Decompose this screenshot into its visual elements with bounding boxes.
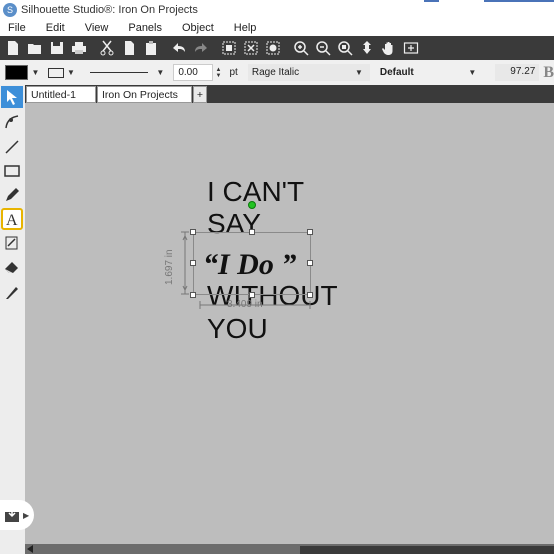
title-bar: S Silhouette Studio®: Iron On Projects [0, 0, 554, 20]
document-tabs: Untitled-1 Iron On Projects + [25, 85, 554, 103]
line-style-dropdown-icon[interactable]: ▼ [67, 68, 75, 77]
font-size-field[interactable]: 97.27 [495, 64, 540, 81]
menu-edit[interactable]: Edit [36, 22, 75, 34]
text-icon[interactable]: A [1, 208, 23, 230]
design-canvas[interactable]: I CAN'T SAY “I Do ” WITHOUT YOU 1.697 in… [25, 103, 554, 544]
app-logo-icon: S [3, 3, 17, 17]
line-icon[interactable] [1, 136, 23, 158]
print-icon[interactable] [68, 37, 90, 59]
pan-icon[interactable] [378, 37, 400, 59]
dimension-guides [181, 231, 311, 309]
eraser-panel-icon[interactable] [1, 232, 23, 254]
line-preview-dropdown-icon[interactable]: ▼ [156, 68, 164, 77]
zoom-in-icon[interactable] [290, 37, 312, 59]
font-name-dropdown-icon[interactable]: ▼ [355, 68, 363, 77]
bold-button[interactable]: B [543, 64, 554, 82]
width-dimension-label: 3.409 in [227, 299, 263, 310]
menu-file[interactable]: File [0, 22, 36, 34]
library-icon [5, 508, 19, 522]
edit-points-icon[interactable] [1, 111, 23, 133]
pointer-icon[interactable] [1, 86, 23, 108]
menu-view[interactable]: View [75, 22, 119, 34]
scrollbar-thumb[interactable] [300, 546, 554, 554]
design-text-line-5[interactable]: YOU [207, 315, 268, 343]
pencil-icon[interactable] [1, 184, 23, 206]
redo-icon[interactable] [190, 37, 212, 59]
fit-page-icon[interactable] [400, 37, 422, 59]
line-preview [89, 72, 149, 73]
knife-icon[interactable] [1, 281, 23, 303]
library-expand-icon[interactable]: ▶ [23, 511, 29, 520]
left-tool-panel: A [0, 85, 25, 554]
line-width-spinner-icon[interactable]: ▲ ▼ [216, 67, 222, 79]
move-icon[interactable] [356, 37, 378, 59]
eraser-icon[interactable] [1, 256, 23, 278]
line-style-box[interactable] [48, 67, 64, 78]
font-style-field[interactable]: Default ▼ [376, 64, 483, 81]
new-file-icon[interactable] [2, 37, 24, 59]
design-text-line-1[interactable]: I CAN'T [207, 178, 304, 206]
library-button[interactable]: ▶ [0, 500, 34, 530]
fill-color-swatch[interactable] [5, 65, 29, 80]
font-style-dropdown-icon[interactable]: ▼ [468, 68, 476, 77]
tab-untitled-1[interactable]: Untitled-1 [26, 86, 96, 103]
horizontal-scrollbar[interactable] [25, 544, 554, 554]
rotation-handle[interactable] [248, 201, 256, 209]
rectangle-icon[interactable] [1, 160, 23, 182]
line-width-input[interactable]: 0.00 [173, 64, 213, 81]
height-dimension-label: 1.697 in [164, 249, 175, 285]
paste-icon[interactable] [140, 37, 162, 59]
fill-color-dropdown-icon[interactable]: ▼ [31, 68, 39, 77]
menu-help[interactable]: Help [224, 22, 267, 34]
main-toolbar [0, 36, 554, 60]
zoom-selection-icon[interactable] [334, 37, 356, 59]
font-style-value: Default [379, 67, 414, 78]
save-icon[interactable] [46, 37, 68, 59]
ungroup-icon[interactable] [240, 37, 262, 59]
menu-object[interactable]: Object [172, 22, 224, 34]
font-name-field[interactable]: Rage Italic ▼ [247, 64, 370, 81]
menu-bar: File Edit View Panels Object Help [0, 20, 554, 36]
cut-icon[interactable] [96, 37, 118, 59]
zoom-out-icon[interactable] [312, 37, 334, 59]
font-name-value: Rage Italic [251, 67, 300, 78]
svg-text:A: A [6, 212, 18, 228]
tab-iron-on-projects[interactable]: Iron On Projects [97, 86, 192, 103]
open-icon[interactable] [24, 37, 46, 59]
copy-icon[interactable] [118, 37, 140, 59]
group-icon[interactable] [218, 37, 240, 59]
menu-panels[interactable]: Panels [118, 22, 172, 34]
compound-icon[interactable] [262, 37, 284, 59]
window-accent-gap [439, 0, 484, 2]
add-tab-button[interactable]: + [193, 86, 207, 103]
properties-bar: ▼ ▼ ▼ 0.00 ▲ ▼ pt Rage Italic ▼ Default ▼… [0, 60, 554, 85]
scroll-left-icon[interactable] [27, 545, 33, 553]
undo-icon[interactable] [168, 37, 190, 59]
window-title: Silhouette Studio®: Iron On Projects [21, 4, 198, 16]
line-width-unit: pt [229, 67, 238, 78]
